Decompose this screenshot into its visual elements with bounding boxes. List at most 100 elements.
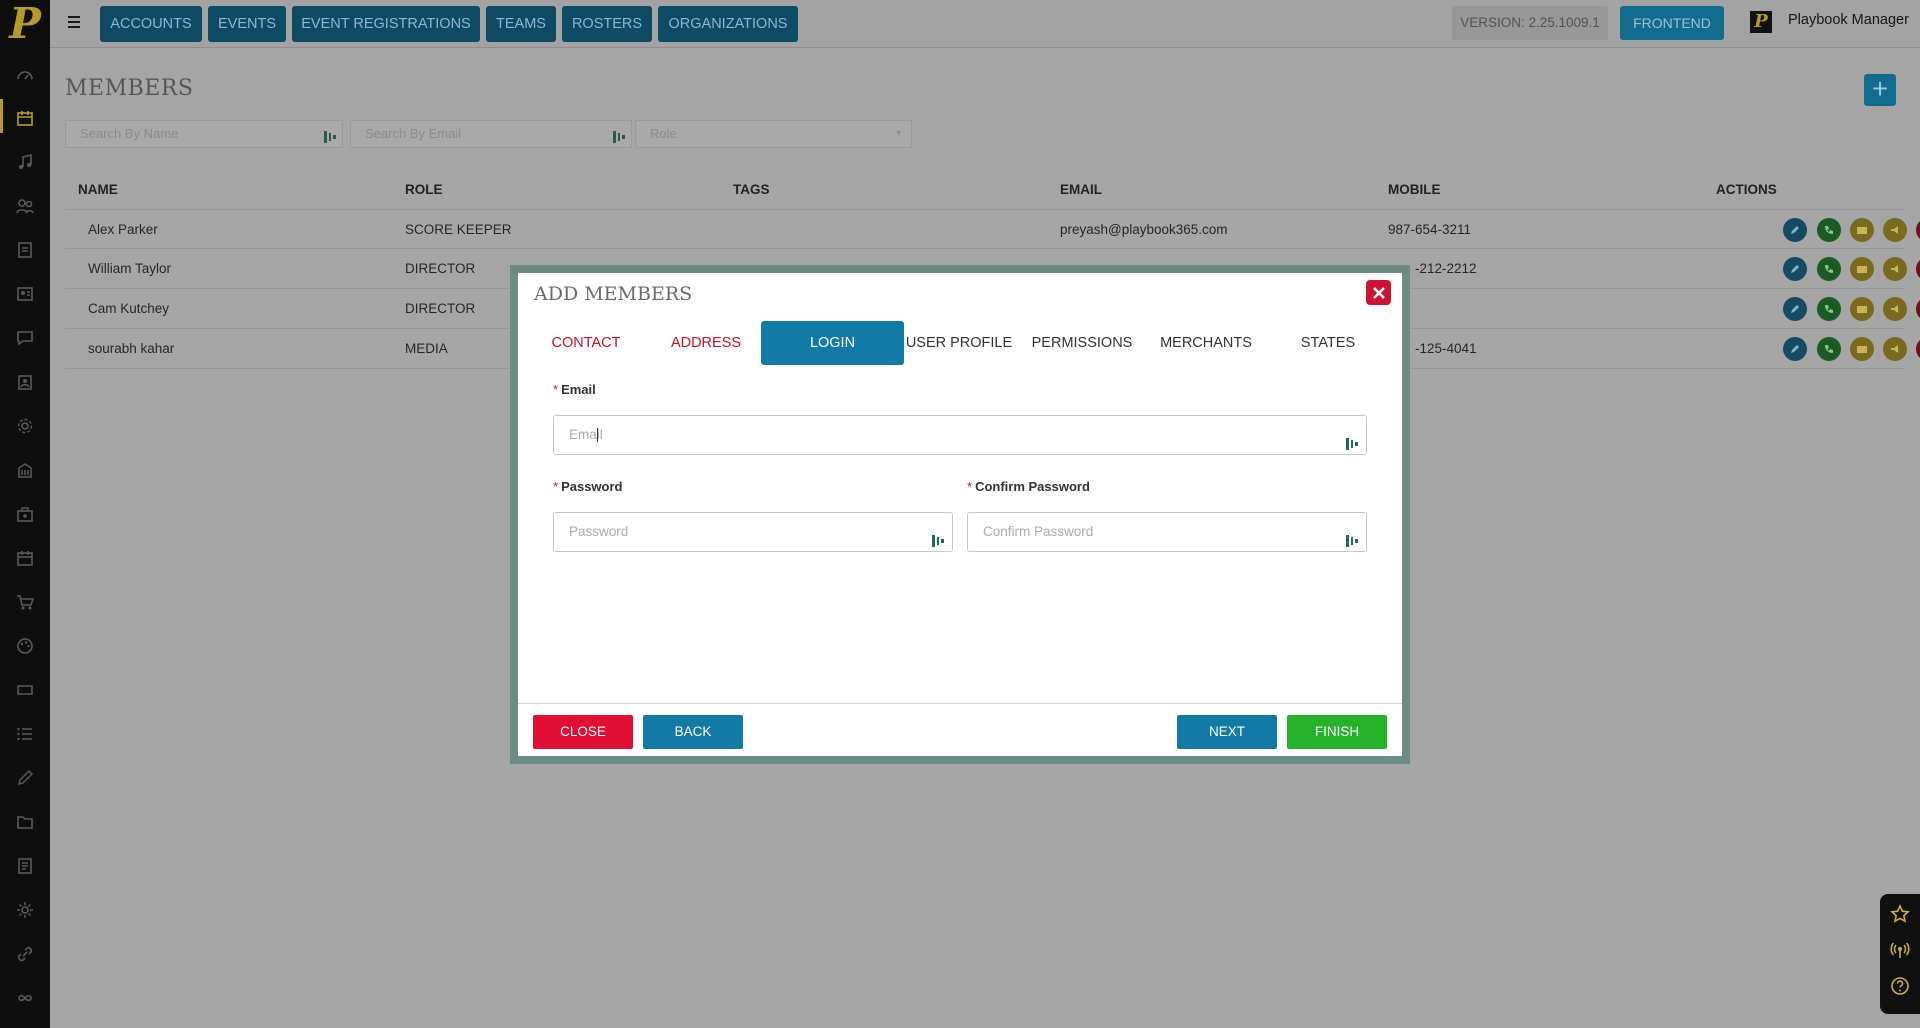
delete-icon[interactable] <box>1916 218 1920 242</box>
tab-states[interactable]: STATES <box>1268 321 1388 365</box>
badge-icon[interactable] <box>15 372 35 392</box>
email-icon[interactable] <box>1850 337 1874 361</box>
table-row[interactable]: Alex Parker SCORE KEEPER preyash@playboo… <box>65 209 1920 249</box>
keyboard-icon[interactable] <box>1346 428 1358 450</box>
users-icon[interactable] <box>15 196 35 216</box>
frontend-button[interactable]: FRONTEND <box>1620 6 1724 40</box>
phone-icon[interactable] <box>1817 257 1841 281</box>
settings-gear-icon[interactable] <box>15 416 35 436</box>
briefcase-icon[interactable] <box>15 504 35 524</box>
folder-icon[interactable] <box>15 812 35 832</box>
phone-icon[interactable] <box>1817 337 1841 361</box>
cell-name: William Taylor <box>88 261 172 276</box>
delete-icon[interactable] <box>1916 297 1920 321</box>
close-icon[interactable] <box>1366 280 1391 305</box>
search-by-name-input[interactable]: Search By Name <box>65 120 343 148</box>
edit-icon[interactable] <box>1783 218 1807 242</box>
schedule-icon[interactable] <box>15 548 35 568</box>
text-cursor <box>597 428 598 442</box>
tab-permissions[interactable]: PERMISSIONS <box>1022 321 1142 365</box>
chat-icon[interactable] <box>15 328 35 348</box>
nav-events-button[interactable]: EVENTS <box>208 6 286 42</box>
tab-merchants[interactable]: MERCHANTS <box>1146 321 1266 365</box>
modal-footer: CLOSE BACK NEXT FINISH <box>518 703 1402 756</box>
email-icon[interactable] <box>1850 257 1874 281</box>
delete-icon[interactable] <box>1916 337 1920 361</box>
top-navbar: ACCOUNTS EVENTS EVENT REGISTRATIONS TEAM… <box>50 0 1920 48</box>
left-sidebar: P <box>0 0 50 1028</box>
user-name[interactable]: Playbook Manager <box>1788 12 1909 28</box>
cell-name: sourabh kahar <box>88 341 175 356</box>
row-actions <box>1783 257 1920 281</box>
pencil-icon[interactable] <box>15 768 35 788</box>
cart-icon[interactable] <box>15 592 35 612</box>
column-header-role[interactable]: ROLE <box>405 182 443 197</box>
finish-button[interactable]: FINISH <box>1287 715 1387 749</box>
music-icon[interactable] <box>15 152 35 172</box>
tab-address[interactable]: ADDRESS <box>646 321 766 365</box>
tab-user-profile[interactable]: USER PROFILE <box>904 321 1014 365</box>
broadcast-icon[interactable] <box>1883 337 1907 361</box>
keyboard-icon <box>613 127 625 143</box>
tab-login[interactable]: LOGIN <box>761 321 904 365</box>
edit-icon[interactable] <box>1783 297 1807 321</box>
email-label: * Email <box>553 382 596 397</box>
infinity-icon[interactable] <box>15 988 35 1008</box>
column-header-name[interactable]: NAME <box>78 182 118 197</box>
broadcast-icon[interactable] <box>1883 297 1907 321</box>
list-icon[interactable] <box>15 724 35 744</box>
hamburger-menu-icon[interactable] <box>66 14 82 30</box>
role-select[interactable]: Role ▾ <box>635 120 912 148</box>
search-by-name-placeholder: Search By Name <box>80 126 179 141</box>
ticket-icon[interactable] <box>15 680 35 700</box>
link-icon[interactable] <box>15 944 35 964</box>
close-button[interactable]: CLOSE <box>533 715 633 749</box>
dashboard-icon[interactable] <box>15 66 35 86</box>
confirm-password-label-text: Confirm Password <box>975 479 1090 494</box>
report-icon[interactable] <box>15 856 35 876</box>
broadcast-signal-icon[interactable] <box>1890 940 1910 960</box>
email-icon[interactable] <box>1850 297 1874 321</box>
app-logo[interactable]: P <box>3 2 47 46</box>
column-header-mobile[interactable]: MOBILE <box>1388 182 1441 197</box>
edit-icon[interactable] <box>1783 337 1807 361</box>
password-field[interactable]: Password <box>553 512 953 552</box>
tab-contact[interactable]: CONTACT <box>526 321 646 365</box>
back-button[interactable]: BACK <box>643 715 743 749</box>
column-header-email[interactable]: EMAIL <box>1060 182 1102 197</box>
nav-teams-button[interactable]: TEAMS <box>486 6 556 42</box>
delete-icon[interactable] <box>1916 257 1920 281</box>
nav-rosters-button[interactable]: ROSTERS <box>562 6 652 42</box>
star-icon[interactable] <box>1890 904 1910 924</box>
add-members-modal: ADD MEMBERS CONTACT ADDRESS LOGIN USER P… <box>518 273 1402 756</box>
document-icon[interactable] <box>15 240 35 260</box>
broadcast-icon[interactable] <box>1883 257 1907 281</box>
cog-icon[interactable] <box>15 900 35 920</box>
calendar-icon[interactable] <box>15 108 35 128</box>
nav-event-registrations-button[interactable]: EVENT REGISTRATIONS <box>292 6 480 42</box>
help-question-icon[interactable] <box>1890 976 1910 996</box>
palette-icon[interactable] <box>15 636 35 656</box>
keyboard-icon[interactable] <box>1346 525 1358 547</box>
phone-icon[interactable] <box>1817 218 1841 242</box>
add-member-button[interactable]: + <box>1864 74 1896 106</box>
modal-tabs: CONTACT ADDRESS LOGIN USER PROFILE PERMI… <box>518 321 1402 367</box>
email-icon[interactable] <box>1850 218 1874 242</box>
building-icon[interactable] <box>15 460 35 480</box>
confirm-password-field[interactable]: Confirm Password <box>967 512 1367 552</box>
column-header-tags[interactable]: TAGS <box>733 182 770 197</box>
contact-card-icon[interactable] <box>15 284 35 304</box>
edit-icon[interactable] <box>1783 257 1807 281</box>
keyboard-icon[interactable] <box>932 525 944 547</box>
email-field[interactable]: Email <box>553 415 1367 455</box>
broadcast-icon[interactable] <box>1883 218 1907 242</box>
cell-role: DIRECTOR <box>405 301 476 316</box>
nav-organizations-button[interactable]: ORGANIZATIONS <box>658 6 798 42</box>
user-avatar[interactable]: P <box>1750 11 1772 33</box>
next-button[interactable]: NEXT <box>1177 715 1277 749</box>
search-by-email-input[interactable]: Search By Email <box>350 120 632 148</box>
required-mark: * <box>553 382 559 397</box>
phone-icon[interactable] <box>1817 297 1841 321</box>
required-mark: * <box>553 479 559 494</box>
nav-accounts-button[interactable]: ACCOUNTS <box>100 6 202 42</box>
